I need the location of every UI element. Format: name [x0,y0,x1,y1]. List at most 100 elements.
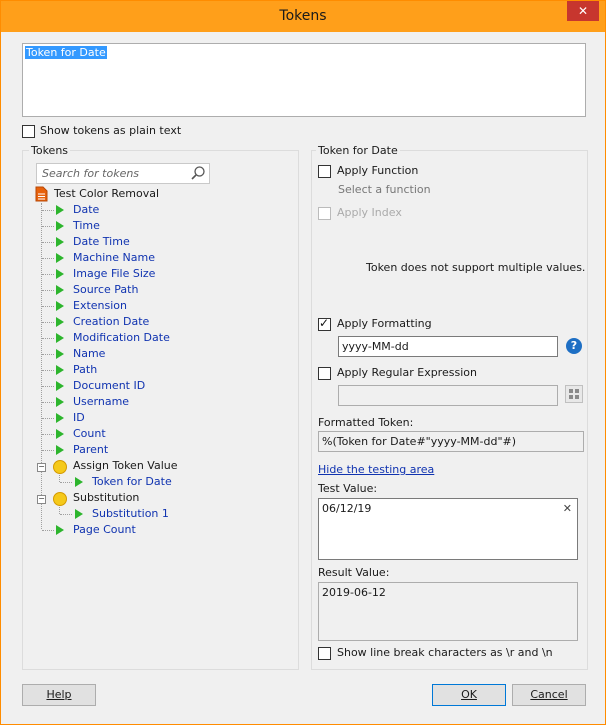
apply-index-label: Apply Index [337,206,402,219]
tree-line [42,210,54,211]
selected-token-text: Token for Date [25,46,107,59]
tree-group[interactable]: Substitution [73,491,139,504]
help-icon[interactable]: ? [566,338,582,354]
tree-line [42,402,54,403]
apply-function-label: Apply Function [337,164,419,177]
tree-item[interactable]: Name [73,347,105,360]
close-button[interactable]: ✕ [567,1,599,21]
show-plain-text-label: Show tokens as plain text [40,124,182,137]
select-function-text: Select a function [338,183,431,196]
tree-item[interactable]: Path [73,363,97,376]
cancel-button[interactable]: Cancel [512,684,586,706]
token-arrow-icon [56,269,64,279]
multiple-values-note: Token does not support multiple values. [366,261,586,274]
tree-line [42,338,54,339]
token-arrow-icon [56,413,64,423]
tree-line [60,482,72,483]
tree-line [59,473,60,482]
tree-item[interactable]: Source Path [73,283,138,296]
token-arrow-icon [75,477,83,487]
tree-line [60,514,72,515]
token-arrow-icon [56,285,64,295]
search-icon[interactable] [190,165,206,181]
ok-button[interactable]: OK [432,684,506,706]
tree-line [42,370,54,371]
formatted-token-field: %(Token for Date#"yyyy-MM-dd"#) [318,431,584,452]
collapse-toggle[interactable]: − [37,463,46,472]
tree-item[interactable]: Document ID [73,379,145,392]
tree-line [42,322,54,323]
collapse-toggle[interactable]: − [37,495,46,504]
format-input[interactable]: yyyy-MM-dd [338,336,558,357]
test-value-input[interactable]: 06/12/19 ✕ [318,498,578,560]
tree-item[interactable]: Date Time [73,235,130,248]
tree-item[interactable]: Creation Date [73,315,149,328]
tree-item[interactable]: Page Count [73,523,136,536]
token-arrow-icon [56,237,64,247]
tree-item[interactable]: Date [73,203,99,216]
tree-item[interactable]: Time [73,219,100,232]
token-search-placeholder: Search for tokens [42,167,140,180]
help-button-label: Help [46,688,72,701]
tree-child-item[interactable]: Substitution 1 [92,507,169,520]
tree-item[interactable]: Image File Size [73,267,155,280]
token-arrow-icon [56,333,64,343]
tree-group[interactable]: Assign Token Value [73,459,178,472]
token-arrow-icon [56,205,64,215]
apply-regex-label: Apply Regular Expression [337,366,477,379]
tree-line [42,306,54,307]
token-search-input[interactable]: Search for tokens [36,163,210,184]
tree-line [42,258,54,259]
tree-line [42,354,54,355]
tree-item[interactable]: Machine Name [73,251,155,264]
apply-formatting-checkbox[interactable] [318,316,331,331]
tree-line [42,434,54,435]
tree-item[interactable]: Count [73,427,106,440]
token-arrow-icon [56,381,64,391]
token-arrow-icon [56,525,64,535]
tree-item[interactable]: Username [73,395,129,408]
token-detail-group-label: Token for Date [316,144,400,157]
hide-testing-area-link[interactable]: Hide the testing area [318,463,434,476]
apply-regex-checkbox[interactable] [318,367,331,380]
tree-line [42,418,54,419]
ok-button-label: OK [461,688,477,701]
tree-line [42,226,54,227]
tree-item[interactable]: Modification Date [73,331,170,344]
tree-item[interactable]: ID [73,411,85,424]
regex-builder-icon[interactable] [565,385,583,403]
token-arrow-icon [56,221,64,231]
show-plain-text-checkbox[interactable] [22,125,35,138]
token-arrow-icon [75,509,83,519]
formatted-token-label: Formatted Token: [318,416,414,429]
tree-child-item[interactable]: Token for Date [92,475,172,488]
token-arrow-icon [56,349,64,359]
document-icon [35,186,48,202]
result-value-field: 2019-06-12 [318,582,578,641]
tree-line [59,505,60,514]
clear-icon[interactable]: ✕ [563,502,572,515]
show-line-breaks-checkbox[interactable] [318,647,331,660]
token-arrow-icon [56,429,64,439]
tokens-dialog: Tokens ✕ Token for Date Show tokens as p… [0,0,606,725]
result-value-text: 2019-06-12 [322,586,386,599]
apply-index-checkbox[interactable] [318,207,331,220]
apply-formatting-label: Apply Formatting [337,317,432,330]
help-button[interactable]: Help [22,684,96,706]
tree-item[interactable]: Extension [73,299,127,312]
regex-input[interactable] [338,385,558,406]
show-line-breaks-label: Show line break characters as \r and \n [337,646,553,659]
token-arrow-icon [56,445,64,455]
group-coin-icon [53,460,67,474]
tree-line [42,386,54,387]
test-value-label: Test Value: [318,482,378,495]
window-title: Tokens [279,8,327,24]
tree-item[interactable]: Parent [73,443,108,456]
tree-root[interactable]: Test Color Removal [54,187,159,200]
test-value-text: 06/12/19 [322,502,372,515]
token-editor[interactable]: Token for Date [22,43,586,117]
title-bar: Tokens ✕ [1,1,605,32]
tree-line [42,242,54,243]
token-arrow-icon [56,253,64,263]
apply-function-checkbox[interactable] [318,165,331,178]
